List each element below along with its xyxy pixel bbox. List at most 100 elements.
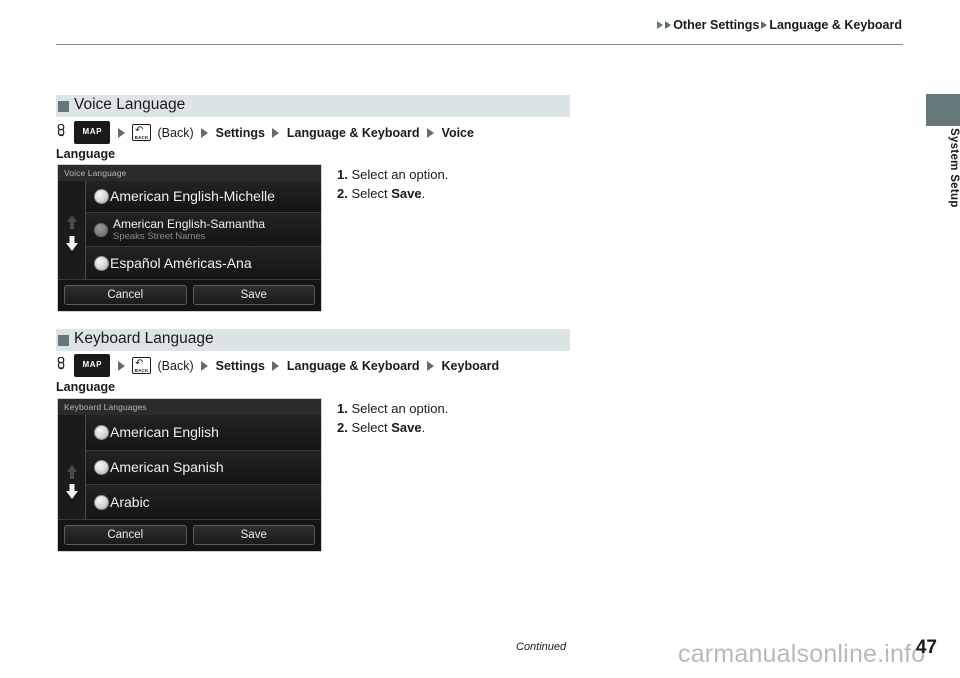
radio-button-icon[interactable] [94, 189, 109, 204]
nav-screen-keyboard-language: Keyboard Languages American English Amer… [57, 398, 322, 552]
step-text-bold: Save [391, 420, 422, 435]
list-item-label: American English [110, 424, 219, 440]
hand-press-icon [56, 356, 67, 372]
step-item: 1. Select an option. [337, 165, 448, 184]
path-step-target-line1: Voice [441, 125, 474, 140]
list-item[interactable]: American Spanish [86, 451, 321, 485]
breadcrumb-item-other-settings: Other Settings [673, 18, 760, 32]
navigation-path-keyboard-language: MAP ↶ BACK (Back) Settings Language & Ke… [56, 354, 576, 396]
list-item-label: American English-Samantha [113, 216, 266, 231]
square-bullet-icon [58, 100, 69, 112]
step-number: 1. [337, 167, 348, 182]
cancel-button[interactable]: Cancel [64, 525, 187, 545]
radio-button-icon[interactable] [94, 494, 109, 510]
breadcrumb-arrow-icon [665, 21, 672, 29]
radio-button-icon[interactable] [94, 222, 108, 237]
nav-screen-body: American English American Spanish Arabic [58, 415, 321, 519]
list-item[interactable]: Arabic [86, 485, 321, 519]
back-button-label: BACK [134, 368, 149, 373]
path-arrow-icon [201, 360, 209, 371]
nav-screen-title: Voice Language [58, 165, 321, 181]
section-title: Keyboard Language [74, 330, 214, 348]
path-step-target-line1: Keyboard [441, 358, 500, 373]
radio-button-icon[interactable] [94, 460, 109, 475]
list-item[interactable]: American English-Michelle [86, 181, 321, 213]
radio-button-icon[interactable] [94, 425, 109, 440]
step-text: Select [351, 420, 392, 435]
back-button-label: BACK [134, 135, 149, 140]
step-item: 1. Select an option. [337, 399, 448, 418]
step-text-post: . [421, 420, 426, 435]
step-text: Select an option. [351, 401, 449, 416]
map-button[interactable]: MAP [74, 354, 111, 377]
continued-label: Continued [516, 641, 567, 653]
path-step-settings: Settings [215, 125, 265, 140]
path-arrow-icon [427, 360, 435, 371]
square-bullet-icon [58, 334, 69, 346]
arrow-up-icon[interactable] [66, 465, 77, 472]
watermark-label: carmanualsonline.info [678, 640, 926, 668]
path-step-target-line2: Language [56, 380, 116, 394]
map-button[interactable]: MAP [74, 121, 111, 144]
arrow-up-stem [69, 472, 74, 479]
path-step-language-keyboard: Language & Keyboard [286, 358, 420, 373]
nav-screen-voice-language: Voice Language American English-Michelle [57, 164, 322, 312]
list-item[interactable]: Español Américas-Ana [86, 247, 321, 279]
save-button[interactable]: Save [192, 525, 315, 545]
path-arrow-icon [427, 127, 435, 138]
list-item[interactable]: American English [86, 415, 321, 451]
arrow-down-icon[interactable] [65, 243, 78, 251]
nav-screen-footer: Cancel Save [58, 279, 321, 311]
save-button[interactable]: Save [192, 285, 315, 305]
section-header-keyboard-language: Keyboard Language [56, 329, 570, 351]
arrow-down-icon[interactable] [65, 491, 78, 499]
arrow-down-stem [69, 484, 74, 491]
arrow-down-stem [69, 236, 74, 243]
nav-option-list: American English American Spanish Arabic [86, 415, 321, 519]
breadcrumb: Other Settings Language & Keyboard [656, 18, 903, 32]
nav-screen-footer: Cancel Save [58, 519, 321, 551]
header-divider [56, 44, 903, 45]
step-text-post: . [421, 186, 426, 201]
side-tab-label: System Setup [948, 128, 960, 208]
step-text: Select an option. [351, 167, 449, 182]
navigation-path-voice-language: MAP ↶ BACK (Back) Settings Language & Ke… [56, 121, 576, 163]
page-number: 47 [915, 637, 937, 658]
path-step-target-line2: Language [56, 147, 116, 161]
list-item[interactable]: American English-Samantha Speaks Street … [86, 213, 321, 247]
nav-option-list: American English-Michelle American Engli… [86, 181, 321, 279]
step-text: Select [351, 186, 392, 201]
list-item-sublabel: Speaks Street Names [113, 230, 206, 242]
list-item-label: Arabic [110, 493, 150, 510]
section-title: Voice Language [74, 96, 186, 114]
arrow-up-stem [69, 222, 74, 229]
path-arrow-icon [272, 127, 280, 138]
breadcrumb-arrow-icon [761, 21, 768, 29]
radio-button-icon[interactable] [94, 255, 109, 271]
nav-screen-title: Keyboard Languages [58, 399, 321, 415]
steps-voice-language: 1. Select an option. 2. Select Save. [337, 165, 448, 203]
breadcrumb-item-language-keyboard: Language & Keyboard [769, 18, 902, 32]
list-item-label: American Spanish [110, 459, 224, 475]
hand-press-icon [56, 123, 67, 139]
step-text-bold: Save [391, 186, 422, 201]
cancel-button[interactable]: Cancel [64, 285, 187, 305]
nav-scrollbar[interactable] [58, 181, 86, 279]
back-button[interactable]: ↶ BACK [132, 124, 152, 141]
path-step-language-keyboard: Language & Keyboard [286, 125, 420, 140]
side-tab-marker [926, 94, 960, 126]
step-item: 2. Select Save. [337, 418, 448, 437]
nav-scrollbar[interactable] [58, 415, 86, 519]
back-button[interactable]: ↶ BACK [132, 357, 152, 374]
list-item-label: Español Américas-Ana [110, 254, 252, 271]
path-arrow-icon [117, 360, 125, 371]
arrow-up-icon[interactable] [66, 215, 77, 222]
step-number: 1. [337, 401, 348, 416]
nav-screen-body: American English-Michelle American Engli… [58, 181, 321, 279]
list-item-label: American English-Michelle [110, 188, 275, 204]
step-number: 2. [337, 420, 348, 435]
breadcrumb-arrow-icon [657, 21, 664, 29]
back-paren-label: (Back) [157, 358, 194, 373]
back-paren-label: (Back) [157, 125, 194, 140]
step-item: 2. Select Save. [337, 184, 448, 203]
